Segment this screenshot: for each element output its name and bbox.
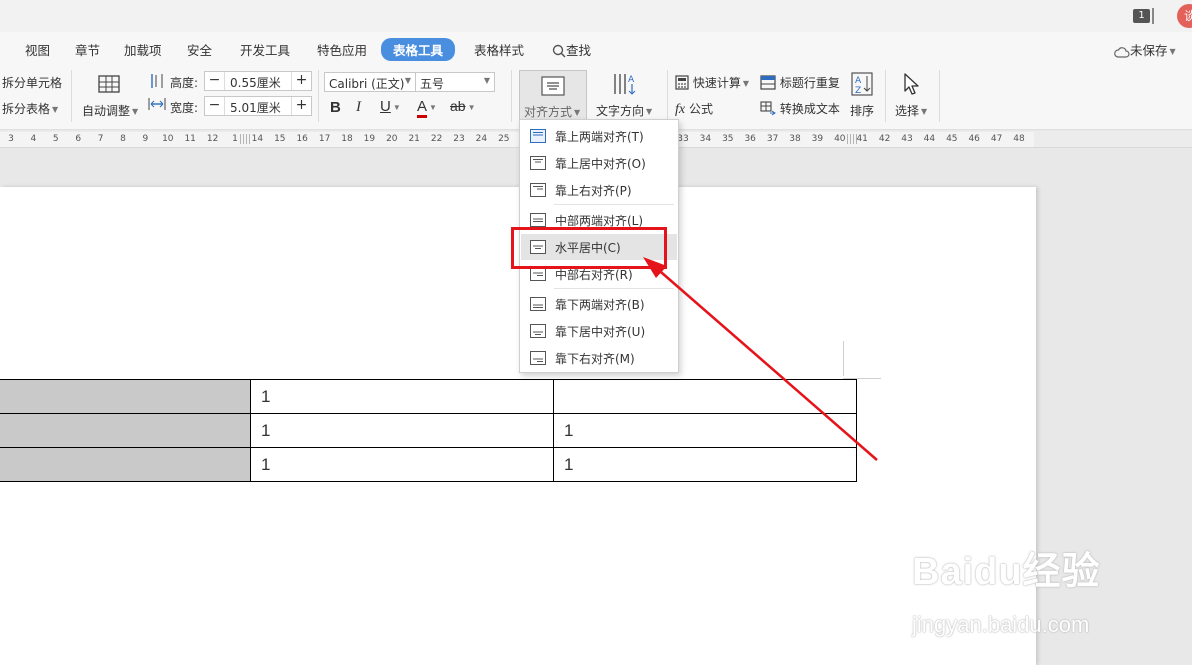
annotation-arrow — [643, 257, 878, 461]
